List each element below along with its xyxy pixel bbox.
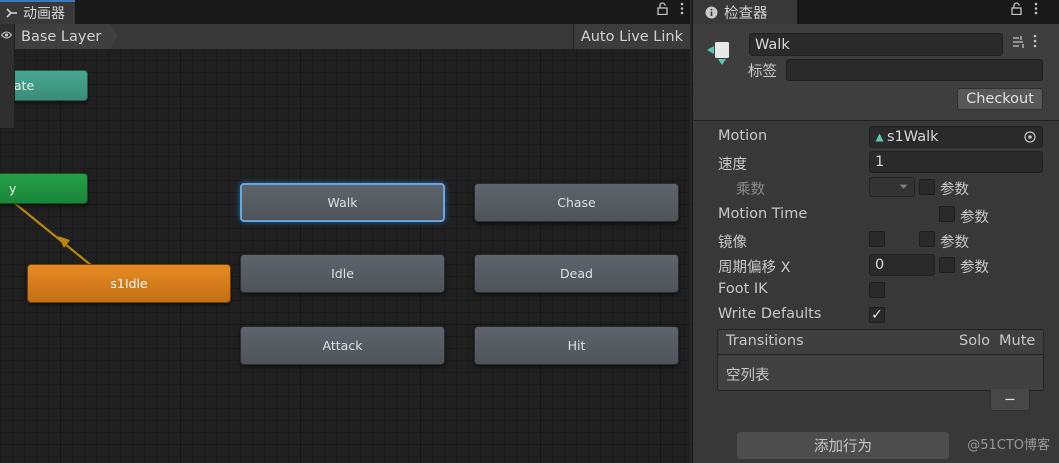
state-node-walk[interactable]: Walk <box>240 183 445 222</box>
state-node-label: Walk <box>327 195 358 210</box>
mirror-checkbox[interactable] <box>869 231 885 247</box>
mirror-label: 镜像 <box>718 235 747 251</box>
state-node-s1idle[interactable]: s1Idle <box>27 264 231 303</box>
state-node-chase[interactable]: Chase <box>474 183 679 222</box>
animator-state-icon <box>6 7 18 19</box>
mirror-parameter-label: 参数 <box>940 235 969 251</box>
auto-live-link-label: Auto Live Link <box>580 28 683 45</box>
multiplier-parameter-label: 参数 <box>940 182 969 198</box>
motion-object-field[interactable]: s1Walk <box>869 126 1043 148</box>
breadcrumb-label: Base Layer <box>21 28 102 45</box>
lock-icon[interactable] <box>1011 2 1022 15</box>
animator-tab-bar: 动画器 <box>0 0 690 24</box>
state-node-label: s1Idle <box>110 276 148 291</box>
cycle-offset-input[interactable]: 0 <box>869 254 935 276</box>
motion-time-parameter-label: 参数 <box>960 210 989 226</box>
state-name-value: Walk <box>755 36 790 53</box>
remove-icon: − <box>1003 391 1017 408</box>
kebab-menu-icon[interactable] <box>680 2 684 15</box>
entry-label: y <box>9 181 17 196</box>
transitions-list: Transitions Solo Mute 空列表 <box>717 329 1044 391</box>
cycle-offset-parameter-checkbox[interactable] <box>939 257 955 273</box>
kebab-menu-icon[interactable] <box>1034 2 1038 15</box>
motion-time-parameter-checkbox[interactable] <box>939 206 955 222</box>
layers-panel-collapsed[interactable] <box>0 24 15 128</box>
multiplier-dropdown[interactable] <box>869 177 915 197</box>
state-node-label: Idle <box>331 266 354 281</box>
add-behaviour-button[interactable]: 添加行为 <box>737 432 949 459</box>
chevron-down-icon <box>899 184 908 190</box>
eye-icon[interactable] <box>1 30 12 40</box>
watermark: @51CTO博客 <box>967 438 1050 453</box>
animator-state-icon <box>705 38 735 68</box>
write-defaults-checkbox[interactable]: ✓ <box>869 307 885 323</box>
transitions-title: Transitions <box>726 333 804 349</box>
multiplier-parameter-checkbox[interactable] <box>919 179 935 195</box>
inspector-window: 检查器 Walk 标签 Checkout Motion s1Walk 速度 1 … <box>692 0 1059 463</box>
cycle-offset-label: 周期偏移 X <box>718 260 791 276</box>
tab-animator-label: 动画器 <box>23 6 65 22</box>
checkout-button[interactable]: Checkout <box>957 88 1043 110</box>
auto-live-link-button[interactable]: Auto Live Link <box>572 24 690 49</box>
kebab-menu-icon[interactable] <box>1033 34 1037 48</box>
add-behaviour-label: 添加行为 <box>814 439 872 455</box>
cycle-offset-value: 0 <box>875 257 885 273</box>
transitions-header: Transitions Solo Mute <box>718 330 1043 355</box>
tag-label: 标签 <box>748 64 777 80</box>
motion-label: Motion <box>718 128 768 144</box>
motion-value: s1Walk <box>887 129 939 145</box>
inspector-tab-bar: 检查器 <box>693 0 1059 24</box>
tag-input[interactable] <box>786 59 1043 81</box>
empty-list-text: 空列表 <box>726 368 770 384</box>
state-name-input[interactable]: Walk <box>749 33 1003 56</box>
motion-time-label: Motion Time <box>718 206 808 222</box>
mute-column-header: Mute <box>999 333 1036 349</box>
preset-icon[interactable] <box>1011 35 1025 49</box>
state-node-idle[interactable]: Idle <box>240 254 445 293</box>
layer-breadcrumb-bar: Base Layer Auto Live Link <box>0 24 690 50</box>
lock-icon[interactable] <box>657 2 668 15</box>
state-node-label: Dead <box>560 266 593 281</box>
entry-to-idle-transition[interactable] <box>11 200 93 267</box>
animation-clip-icon <box>875 133 884 142</box>
speed-input[interactable]: 1 <box>869 151 1043 173</box>
state-node-dead[interactable]: Dead <box>474 254 679 293</box>
checkout-label: Checkout <box>966 91 1034 107</box>
solo-column-header: Solo <box>959 333 990 349</box>
state-node-attack[interactable]: Attack <box>240 326 445 365</box>
animator-window: 动画器 Base Layer Auto Live Link tate y s1I… <box>0 0 690 463</box>
state-machine-graph[interactable]: tate y s1Idle Walk Chase Idle Dead Attac… <box>0 50 690 463</box>
state-node-label: Attack <box>322 338 363 353</box>
object-picker-icon[interactable] <box>1024 131 1036 143</box>
state-node-hit[interactable]: Hit <box>474 326 679 365</box>
state-header: Walk 标签 Checkout <box>693 24 1059 121</box>
write-defaults-label: Write Defaults <box>718 306 822 322</box>
transitions-body: 空列表 <box>718 355 1043 390</box>
tab-animator[interactable]: 动画器 <box>0 0 75 24</box>
foot-ik-label: Foot IK <box>718 281 768 297</box>
remove-transition-button[interactable]: − <box>990 389 1030 411</box>
tab-inspector[interactable]: 检查器 <box>693 0 797 24</box>
state-node-label: Hit <box>567 338 586 353</box>
breadcrumb-base-layer[interactable]: Base Layer <box>0 24 118 49</box>
speed-label: 速度 <box>718 157 747 173</box>
cycle-offset-parameter-label: 参数 <box>960 260 989 276</box>
mirror-parameter-checkbox[interactable] <box>919 231 935 247</box>
speed-value: 1 <box>875 154 885 170</box>
tab-inspector-label: 检查器 <box>724 5 768 22</box>
state-node-label: Chase <box>557 195 596 210</box>
entry-node[interactable]: y <box>0 173 88 204</box>
info-icon <box>705 6 718 19</box>
foot-ik-checkbox[interactable] <box>869 282 885 298</box>
multiplier-label: 乘数 <box>736 182 765 198</box>
